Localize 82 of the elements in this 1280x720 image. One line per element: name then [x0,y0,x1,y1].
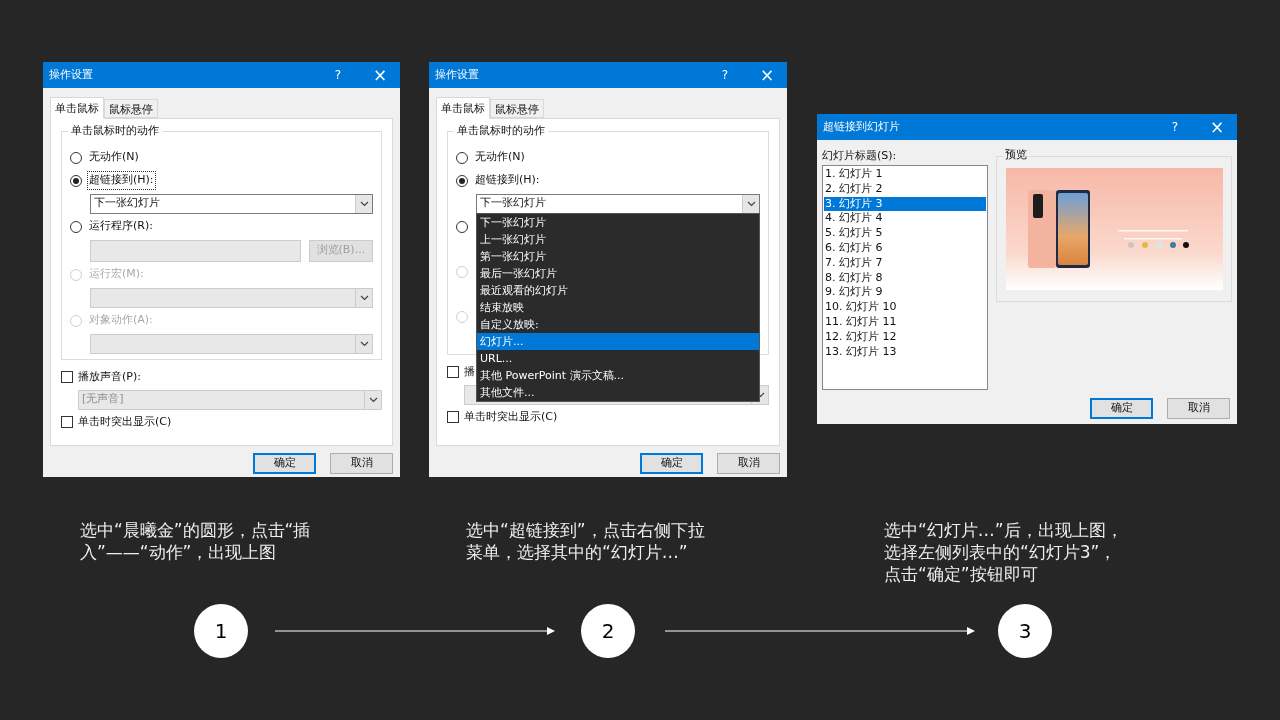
dropdown-option[interactable]: URL... [477,350,759,367]
step-badge: 3 [998,604,1052,658]
caption-text: 选中“晨曦金”的圆形，点击“插 入”——“动作”，出现上图 [80,519,311,563]
dialog-button[interactable]: 确定 [1090,398,1153,419]
dialog-button[interactable]: 确定 [253,453,316,474]
slide-list-item[interactable]: 6. 幻灯片 6 [824,241,986,256]
slide-list-item[interactable]: 9. 幻灯片 9 [824,285,986,301]
dialog-button[interactable]: 取消 [717,453,780,474]
tab[interactable]: 鼠标悬停 [490,99,544,118]
dropdown-option[interactable]: 最后一张幻灯片 [477,265,759,282]
tab[interactable]: 鼠标悬停 [104,99,158,118]
dropdown-field[interactable]: 下一张幻灯片 [476,193,760,214]
dialog-button[interactable]: 取消 [330,453,393,474]
checkbox[interactable] [61,416,73,428]
chevron-down-icon [746,200,756,207]
dropdown-option[interactable]: 其他文件... [477,384,759,401]
step-badge: 1 [194,604,248,658]
tab[interactable]: 单击鼠标 [436,97,490,119]
radio-button[interactable] [456,151,468,164]
slide-list-item[interactable]: 5. 幻灯片 5 [824,226,986,241]
group-label: 单击鼠标时的动作 [68,124,162,138]
tab[interactable]: 单击鼠标 [50,97,104,119]
help-button[interactable]: ? [1165,118,1185,136]
dropdown-field[interactable]: 下一张幻灯片 [90,193,373,214]
close-button[interactable]: × [757,66,777,84]
slide-list-item[interactable]: 2. 幻灯片 2 [824,181,986,197]
checkbox-label: 单击时突出显示(C) [78,413,172,430]
checkbox-label: 单击时突出显示(C) [464,408,558,425]
dialog-button[interactable]: 确定 [640,453,703,474]
slide-list-item[interactable]: 8. 幻灯片 8 [824,270,986,286]
dropdown-option[interactable]: 上一张幻灯片 [477,231,759,248]
dropdown-option[interactable]: 结束放映 [477,299,759,316]
program-path-field[interactable] [90,239,301,262]
checkbox[interactable] [61,371,73,383]
chevron-down-icon [368,396,378,403]
dropdown-option[interactable]: 幻灯片... [477,333,759,350]
radio-button[interactable] [456,220,468,233]
chevron-down-icon [359,200,369,207]
chevron-down-icon [359,340,369,347]
radio-button[interactable] [70,220,82,233]
step-badge: 2 [581,604,635,658]
radio-label: 运行宏(M): [88,266,145,283]
radio-button[interactable] [70,151,82,164]
help-button[interactable]: ? [328,66,348,84]
dropdown-option[interactable]: 自定义放映: [477,316,759,333]
radio-label: 运行程序(R): [88,218,154,235]
checkbox-label: 播 [464,363,475,380]
dialog-button[interactable]: 取消 [1167,398,1230,419]
dropdown-option[interactable]: 最近观看的幻灯片 [477,282,759,299]
slide-list-item[interactable]: 1. 幻灯片 1 [824,167,986,182]
checkbox[interactable] [447,411,459,423]
slide-list-item[interactable]: 10. 幻灯片 10 [824,300,986,315]
group-label: 预览 [1003,148,1029,162]
close-button[interactable]: × [1207,118,1227,136]
slide-list-item[interactable]: 13. 幻灯片 13 [824,344,986,360]
radio-label: 超链接到(H): [474,172,541,189]
dropdown-option[interactable]: 其他 PowerPoint 演示文稿... [477,367,759,384]
list-label: 幻灯片标题(S): [822,148,898,164]
radio-label: 对象动作(A): [88,312,154,329]
slide-list-item[interactable]: 11. 幻灯片 11 [824,314,986,330]
checkbox[interactable] [447,366,459,378]
radio-label: 超链接到(H): [88,172,155,189]
group-label: 单击鼠标时的动作 [454,124,548,138]
radio-label: 无动作(N) [88,149,140,166]
checkbox-label: 播放声音(P): [78,368,141,385]
window-title: 操作设置 [49,66,94,83]
help-button[interactable]: ? [715,66,735,84]
dropdown-option[interactable]: 第一张幻灯片 [477,248,759,265]
slide-list-item[interactable]: 12. 幻灯片 12 [824,329,986,345]
chevron-down-icon [359,294,369,301]
close-button[interactable]: × [370,66,390,84]
slide-list-item[interactable]: 7. 幻灯片 7 [824,255,986,271]
radio-button[interactable] [456,174,468,187]
radio-label: 无动作(N) [474,149,526,166]
caption-text: 选中“幻灯片…”后，出现上图， 选择左侧列表中的“幻灯片3”， 点击“确定”按钮即可 [884,519,1123,585]
window-title: 操作设置 [435,66,480,83]
window-title: 超链接到幻灯片 [823,118,901,135]
dropdown-option[interactable]: 下一张幻灯片 [477,214,759,231]
slide-list-item[interactable]: 3. 幻灯片 3 [824,196,986,212]
slide-list-item[interactable]: 4. 幻灯片 4 [824,211,986,227]
radio-button[interactable] [70,174,82,187]
caption-text: 选中“超链接到”，点击右侧下拉 菜单，选择其中的“幻灯片…” [466,519,705,563]
